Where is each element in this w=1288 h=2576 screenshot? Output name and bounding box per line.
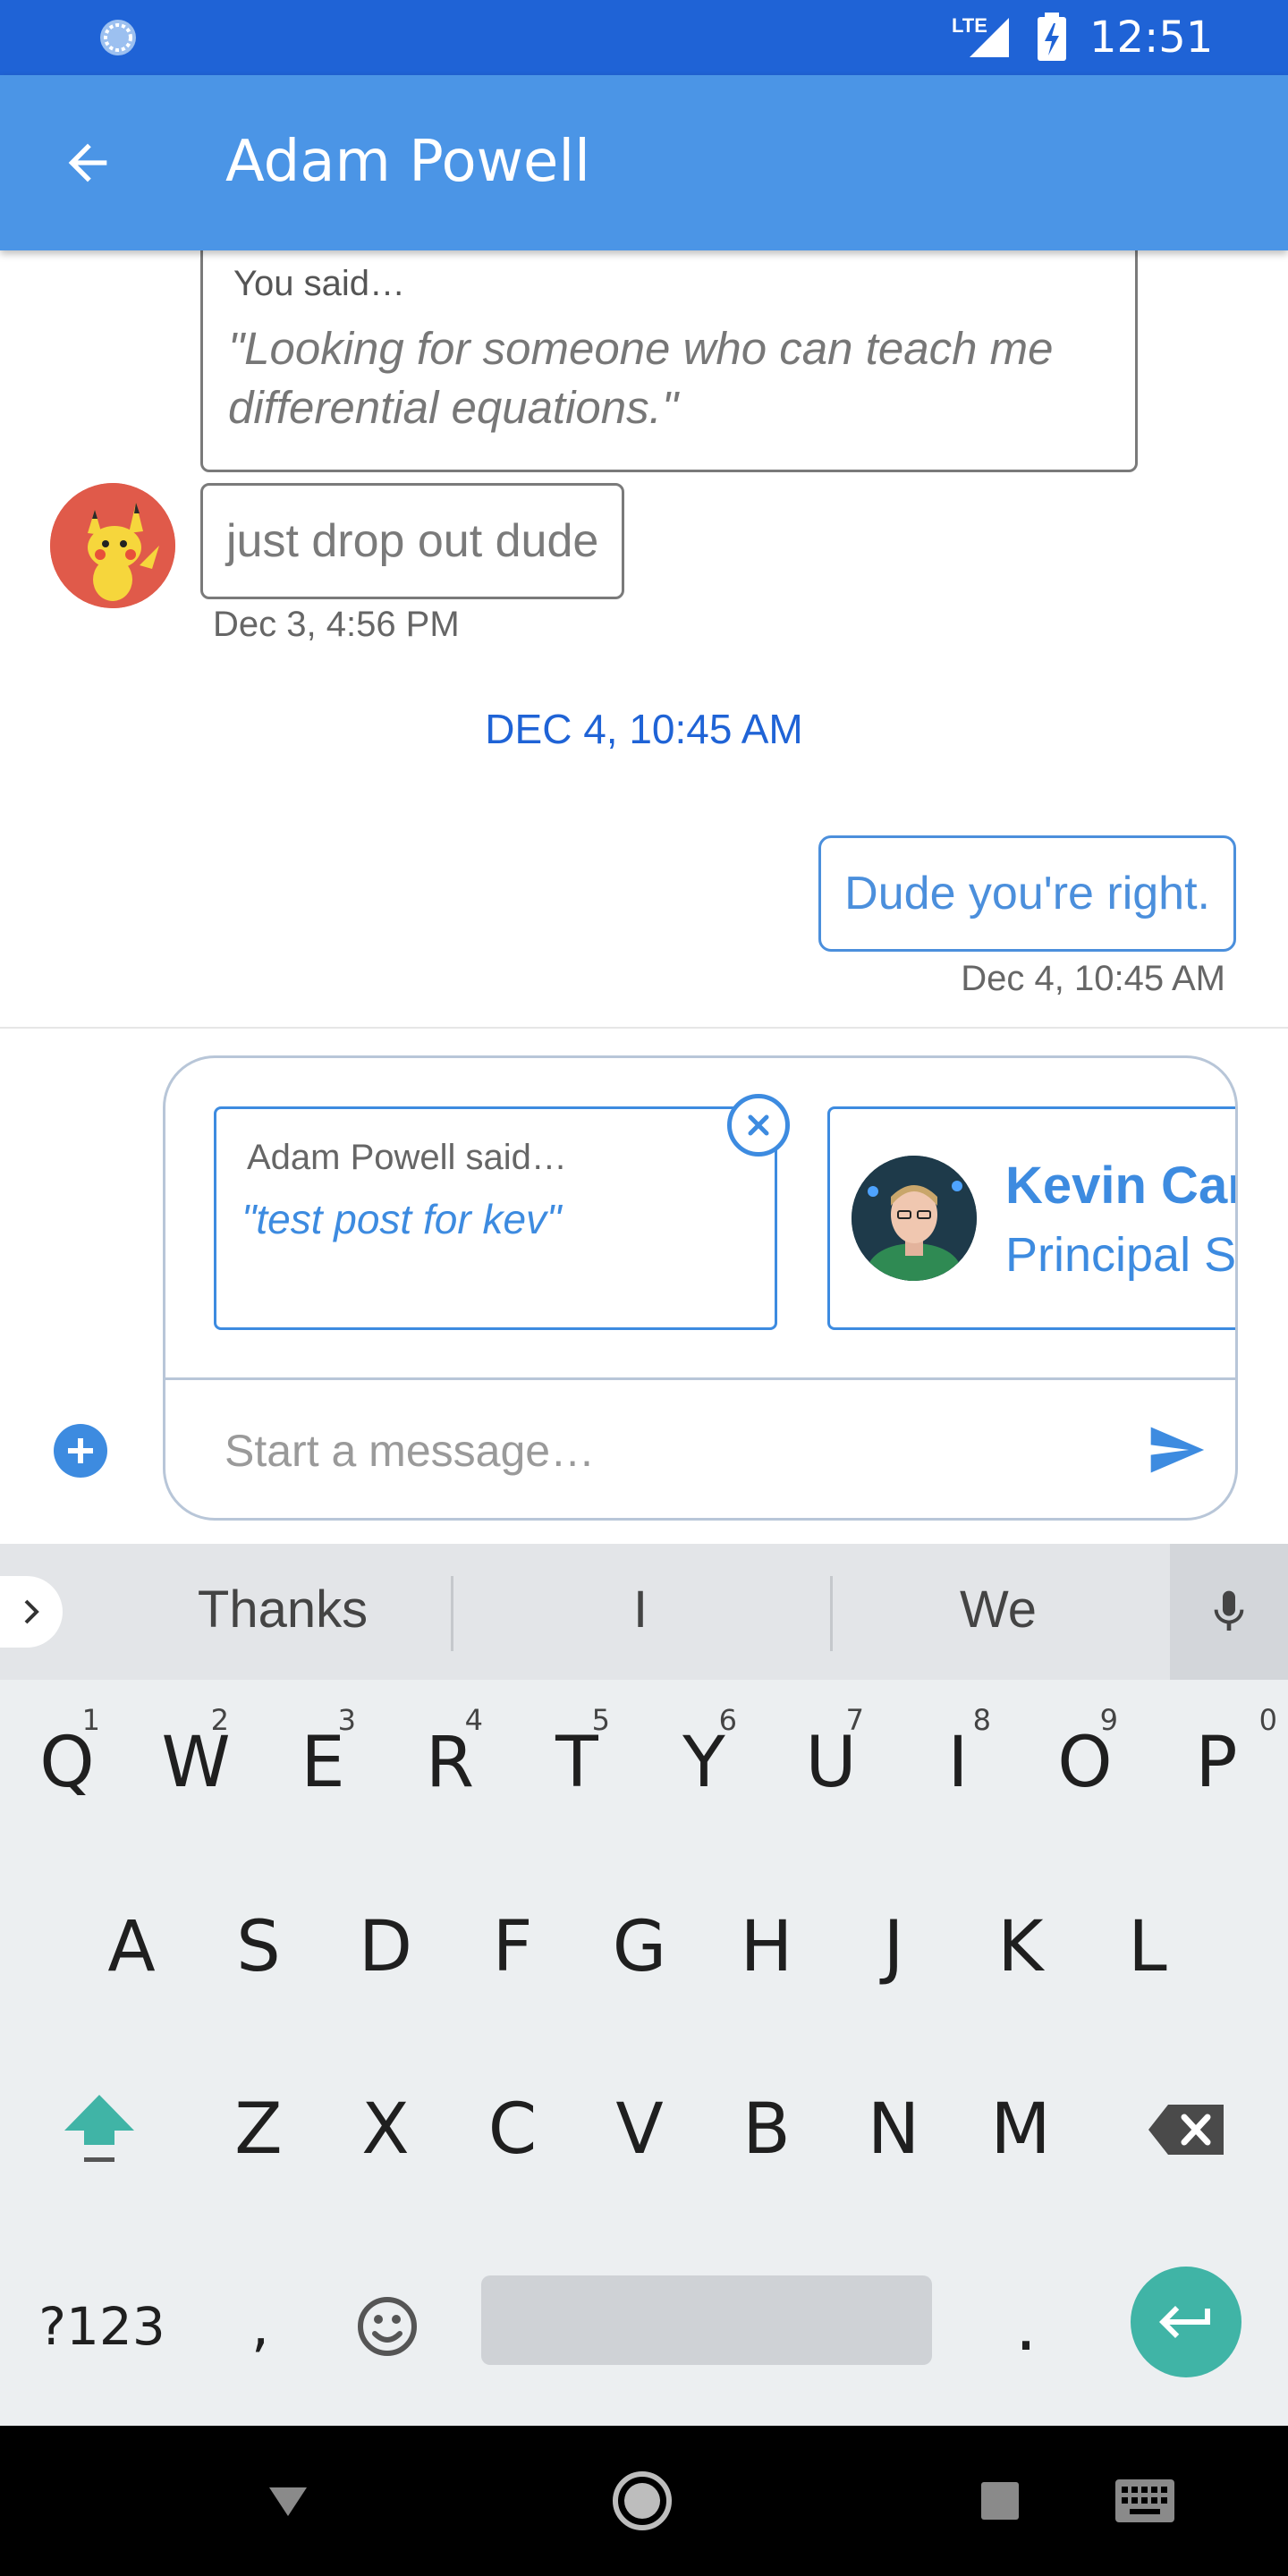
quote-text: "Looking for someone who can teach me di… [228, 323, 1054, 433]
key-n[interactable]: N [835, 2054, 952, 2206]
backspace-icon [1148, 2105, 1224, 2155]
add-attachment-button[interactable] [54, 1424, 107, 1478]
key-e[interactable]: E3 [265, 1687, 381, 1839]
system-navigation-bar [0, 2426, 1288, 2576]
symbols-key[interactable]: ?123 [20, 2250, 184, 2402]
attached-contact-card[interactable]: Kevin Car Principal S [827, 1106, 1238, 1330]
message-timestamp: Dec 4, 10:45 AM [961, 959, 1225, 998]
avatar[interactable] [50, 483, 175, 608]
key-y[interactable]: Y6 [646, 1687, 762, 1839]
signal-icon [970, 18, 1009, 57]
keyboard-icon [1115, 2479, 1174, 2522]
plus-icon [68, 1438, 93, 1463]
attachment-strip[interactable]: Adam Powell said… "test post for kev" Ke… [165, 1058, 1235, 1380]
square-recents-icon [981, 2482, 1019, 2520]
shift-arrow-icon [64, 2095, 134, 2162]
key-k[interactable]: K [962, 1871, 1079, 2023]
key-a[interactable]: A [73, 1871, 190, 2023]
send-button[interactable] [1140, 1414, 1212, 1486]
key-w[interactable]: W2 [138, 1687, 254, 1839]
expand-toolbar-button[interactable] [0, 1576, 63, 1648]
sync-status-icon [100, 20, 136, 55]
message-timestamp: Dec 3, 4:56 PM [213, 605, 460, 644]
key-g[interactable]: G [581, 1871, 698, 2023]
emoji-key[interactable] [329, 2250, 445, 2402]
soft-keyboard: Thanks I We Q1 W2 E3 R4 T5 Y6 U7 I8 O9 P… [0, 1544, 1288, 2426]
battery-charging-icon [1038, 13, 1066, 61]
suggestion-divider [830, 1576, 833, 1651]
microphone-icon [1214, 1590, 1244, 1631]
status-bar: LTE 12:51 [0, 0, 1288, 75]
nav-recents-button[interactable] [964, 2465, 1036, 2537]
key-r[interactable]: R4 [392, 1687, 508, 1839]
contact-photo-image [852, 1156, 977, 1281]
key-h[interactable]: H [708, 1871, 825, 2023]
incoming-message-bubble[interactable]: just drop out dude [200, 483, 625, 599]
contact-name: Kevin Car [1005, 1157, 1238, 1215]
attached-quote-card[interactable]: Adam Powell said… "test post for kev" [214, 1106, 777, 1330]
clock: 12:51 [1089, 13, 1214, 63]
circle-home-icon [613, 2471, 672, 2530]
composer: Adam Powell said… "test post for kev" Ke… [0, 1027, 1288, 1544]
back-button[interactable] [45, 120, 131, 206]
suggestion-2[interactable]: I [506, 1580, 775, 1640]
quoted-message-card[interactable]: You said… "Looking for someone who can t… [200, 250, 1138, 472]
close-icon [748, 1114, 769, 1136]
send-icon [1150, 1427, 1205, 1473]
suggestion-1[interactable]: Thanks [148, 1580, 417, 1640]
key-b[interactable]: B [708, 2054, 825, 2206]
message-list[interactable]: You said… "Looking for someone who can t… [0, 250, 1288, 1027]
period-key[interactable]: . [968, 2250, 1084, 2402]
composer-box: Adam Powell said… "test post for kev" Ke… [163, 1055, 1238, 1521]
key-o[interactable]: O9 [1027, 1687, 1143, 1839]
backspace-key[interactable] [1129, 2054, 1245, 2206]
suggestion-3[interactable]: We [864, 1580, 1132, 1640]
key-x[interactable]: X [327, 2054, 444, 2206]
key-j[interactable]: J [835, 1871, 952, 2023]
app-bar: Adam Powell [0, 75, 1288, 250]
outgoing-message-bubble[interactable]: Dude you're right. [818, 835, 1236, 952]
remove-attachment-button[interactable] [727, 1094, 790, 1157]
key-s[interactable]: S [200, 1871, 317, 2023]
key-l[interactable]: L [1089, 1871, 1206, 2023]
triangle-down-icon [269, 2487, 307, 2516]
conversation-title: Adam Powell [225, 129, 590, 195]
key-c[interactable]: C [454, 2054, 571, 2206]
date-separator: DEC 4, 10:45 AM [485, 706, 803, 752]
pikachu-avatar-image [50, 483, 175, 608]
suggestion-divider [451, 1576, 453, 1651]
nav-back-button[interactable] [252, 2465, 324, 2537]
shift-key[interactable] [41, 2054, 157, 2206]
space-key[interactable] [481, 2275, 932, 2365]
key-q[interactable]: Q1 [9, 1687, 125, 1839]
contact-avatar [852, 1156, 977, 1281]
enter-key[interactable] [1131, 2267, 1241, 2377]
nav-home-button[interactable] [606, 2465, 678, 2537]
attached-quote-text: "test post for kev" [242, 1196, 562, 1242]
key-m[interactable]: M [962, 2054, 1079, 2206]
emoji-icon [358, 2297, 417, 2356]
voice-input-button[interactable] [1170, 1544, 1288, 1680]
arrow-back-icon [68, 143, 107, 182]
keyboard-switch-button[interactable] [1109, 2465, 1181, 2537]
key-t[interactable]: T5 [519, 1687, 635, 1839]
suggestion-strip: Thanks I We [0, 1544, 1288, 1680]
key-f[interactable]: F [454, 1871, 571, 2023]
key-i[interactable]: I8 [900, 1687, 1016, 1839]
key-u[interactable]: U7 [773, 1687, 889, 1839]
quote-author-label: You said… [233, 264, 405, 303]
comma-key[interactable]: , [202, 2250, 318, 2402]
message-input[interactable] [225, 1412, 1030, 1489]
key-p[interactable]: P0 [1154, 1687, 1279, 1839]
key-d[interactable]: D [327, 1871, 444, 2023]
key-z[interactable]: Z [200, 2054, 317, 2206]
attached-quote-author: Adam Powell said… [247, 1138, 567, 1177]
key-v[interactable]: V [581, 2054, 698, 2206]
enter-arrow-icon [1159, 2306, 1210, 2338]
chevron-right-icon [24, 1599, 39, 1624]
contact-title: Principal S [1005, 1228, 1237, 1282]
